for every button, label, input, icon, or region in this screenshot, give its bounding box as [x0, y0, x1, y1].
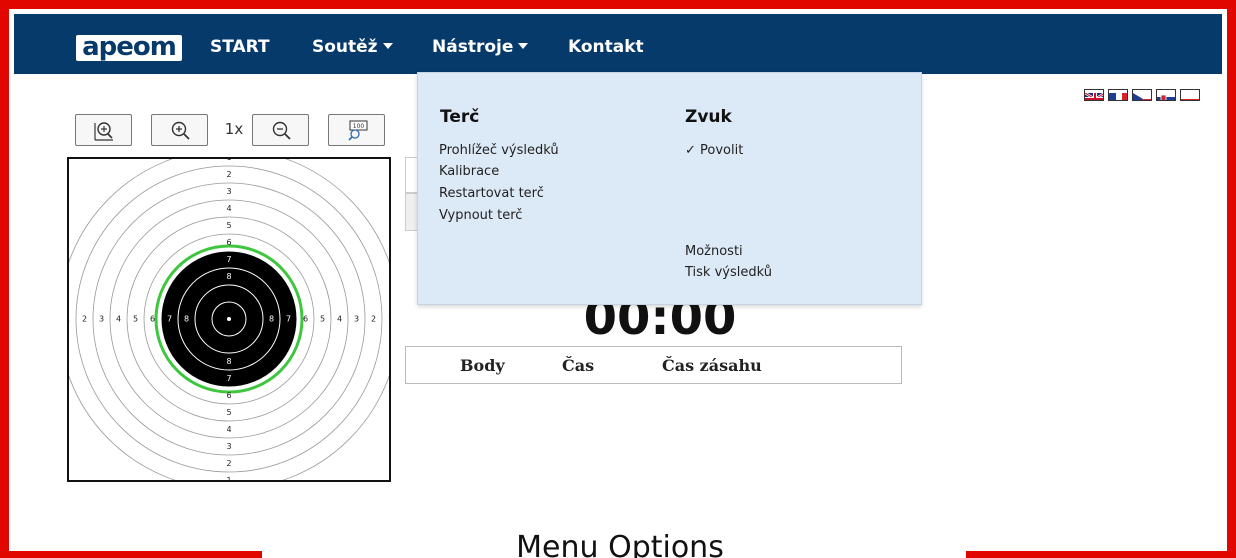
- logo-text: apeom: [82, 35, 177, 61]
- zoom-fit-icon: [94, 122, 113, 141]
- target-label-top-4: 4: [226, 204, 231, 213]
- zoom-in-button[interactable]: [151, 114, 208, 146]
- flag-czech-icon[interactable]: [1132, 89, 1152, 101]
- target-label-top-7: 7: [226, 255, 231, 264]
- caption: Menu Options: [516, 530, 724, 558]
- column-header-cas-zasahu: Čas zásahu: [662, 356, 762, 375]
- zoom-in-icon: [171, 121, 190, 140]
- menu-item-kalibrace[interactable]: Kalibrace: [439, 164, 499, 180]
- zoom-out-icon: [272, 121, 291, 140]
- nav-soutez-label: Soutěž: [312, 37, 378, 57]
- menu-heading-zvuk: Zvuk: [685, 107, 732, 127]
- nav-kontakt-label: Kontakt: [568, 37, 644, 57]
- zoom-fit-button[interactable]: [75, 114, 132, 146]
- frame-bottom-right: [966, 551, 1236, 558]
- target-label-bottom-4: 4: [226, 425, 231, 434]
- menu-item-vypnout-terc[interactable]: Vypnout terč: [439, 208, 522, 224]
- flag-poland-icon[interactable]: [1180, 89, 1200, 101]
- nav-soutez[interactable]: Soutěž: [312, 36, 393, 58]
- flag-slovakia-icon[interactable]: [1156, 89, 1176, 101]
- target-label-bottom-8: 8: [226, 357, 231, 366]
- column-header-body: Body: [460, 356, 505, 375]
- target-label-top-1: 1: [226, 159, 231, 162]
- target-label-bottom-3: 3: [226, 442, 231, 451]
- target-label-bottom-5: 5: [226, 408, 231, 417]
- target-label-top-6: 6: [226, 238, 231, 247]
- flag-france-icon[interactable]: [1108, 89, 1128, 101]
- nav-start[interactable]: START: [210, 36, 270, 58]
- target-label-right-2: 2: [371, 315, 376, 324]
- target-label-top-2: 2: [226, 170, 231, 179]
- target-label-left-8: 8: [184, 315, 189, 324]
- target-label-top-8: 8: [226, 272, 231, 281]
- target-label-right-5: 5: [320, 315, 325, 324]
- target-label-left-1: 1: [69, 315, 70, 324]
- nav-nastroje[interactable]: Nástroje: [432, 36, 529, 58]
- target-label-bottom-1: 1: [226, 476, 231, 480]
- logo[interactable]: apeom: [76, 35, 182, 61]
- target-label-right-3: 3: [354, 315, 359, 324]
- menu-item-prohlizec-vysledku[interactable]: Prohlížeč výsledků: [439, 143, 559, 159]
- chevron-down-icon: [518, 43, 529, 49]
- menu-item-restartovat-terc[interactable]: Restartovat terč: [439, 186, 544, 202]
- frame-top: [0, 0, 1236, 9]
- nav-start-label: START: [210, 37, 270, 57]
- menu-item-moznosti[interactable]: Možnosti: [685, 244, 743, 260]
- target-label-bottom-7: 7: [226, 374, 231, 383]
- target-display[interactable]: 1 2 3 4 5 6 7 8 8 7 6 5 4 3 2 1 1 2 3 4 5 6 7 8 8 7 6 5 4 3 2 1: [67, 157, 391, 482]
- target-label-bottom-6: 6: [226, 391, 231, 400]
- navbar: apeom START Soutěž Nástroje Kontakt: [14, 14, 1222, 74]
- frame-right: [1227, 0, 1236, 558]
- nav-nastroje-label: Nástroje: [432, 37, 514, 57]
- target-rings: 1 2 3 4 5 6 7 8 8 7 6 5 4 3 2 1 1 2 3 4 5 6 7 8 8 7 6 5 4 3 2 1: [69, 159, 389, 480]
- target-label-top-5: 5: [226, 221, 231, 230]
- column-header-cas: Čas: [562, 356, 595, 375]
- frame-bottom-left: [0, 551, 262, 558]
- frame-left: [0, 0, 9, 558]
- target-label-left-5: 5: [133, 315, 138, 324]
- target-label-bottom-2: 2: [226, 459, 231, 468]
- target-label-left-4: 4: [116, 315, 121, 324]
- target-label-top-3: 3: [226, 187, 231, 196]
- menu-item-povolit[interactable]: ✓ Povolit: [685, 143, 743, 159]
- nav-kontakt[interactable]: Kontakt: [568, 36, 644, 58]
- zoom-level: 1x: [224, 120, 244, 138]
- target-label-right-4: 4: [337, 315, 342, 324]
- target-label-left-2: 2: [82, 315, 87, 324]
- flag-uk-icon[interactable]: [1084, 89, 1104, 101]
- svg-text:100: 100: [353, 123, 365, 130]
- target-label-right-8: 8: [269, 315, 274, 324]
- magnify-score-button[interactable]: 100: [328, 114, 385, 146]
- target-label-left-6: 6: [150, 315, 155, 324]
- magnify-score-icon: 100: [348, 120, 368, 141]
- target-label-right-1: 1: [388, 315, 389, 324]
- menu-item-tisk-vysledku[interactable]: Tisk výsledků: [685, 265, 772, 281]
- nastroje-dropdown-menu: Terč Prohlížeč výsledků Kalibrace Restar…: [417, 72, 922, 305]
- target-center-dot: [227, 317, 231, 321]
- menu-heading-terc: Terč: [440, 107, 480, 127]
- chevron-down-icon: [382, 43, 393, 49]
- zoom-out-button[interactable]: [252, 114, 309, 146]
- target-label-right-7: 7: [286, 315, 291, 324]
- results-table-header: Body Čas Čas zásahu: [405, 346, 902, 384]
- target-label-left-3: 3: [99, 315, 104, 324]
- target-label-left-7: 7: [167, 315, 172, 324]
- target-label-right-6: 6: [303, 315, 308, 324]
